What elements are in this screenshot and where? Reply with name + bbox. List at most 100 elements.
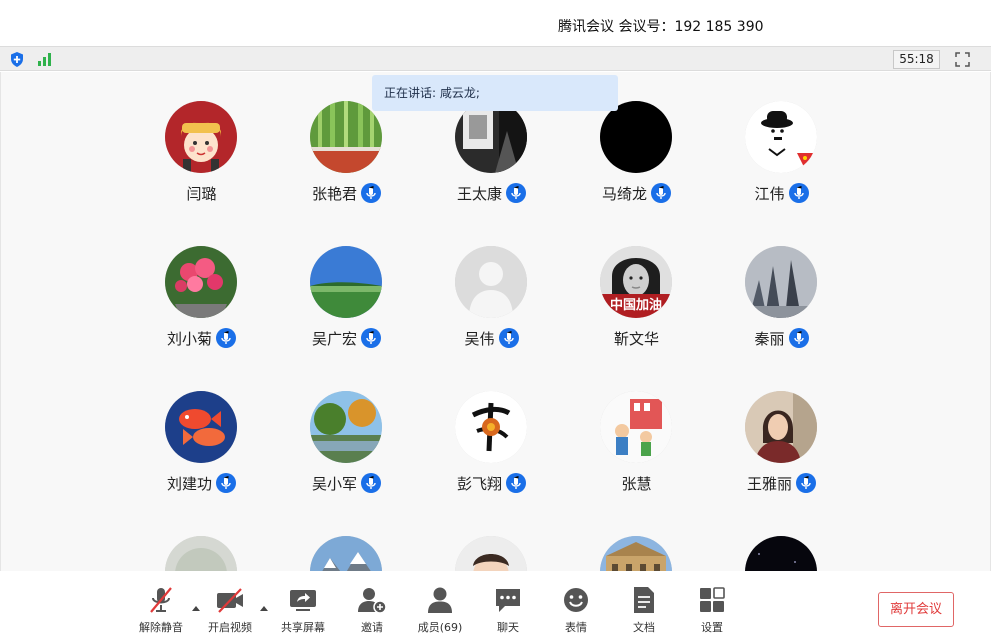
title-bar: 腾讯会议 会议号：192 185 390 xyxy=(0,0,991,46)
participant-avatar xyxy=(745,536,817,571)
participant-avatar xyxy=(310,101,382,173)
participant-name: 吴广宏 xyxy=(311,329,357,348)
smiley-icon xyxy=(561,585,591,615)
document-icon xyxy=(629,585,659,615)
fullscreen-icon[interactable] xyxy=(955,52,970,67)
security-shield-icon[interactable] xyxy=(10,52,24,67)
members-button[interactable]: 成员(69) xyxy=(405,585,475,635)
participant-name-row: 吴小军 xyxy=(274,472,419,494)
participant-grid: 正在讲话: 咸云龙; 闫璐 张艳君 王太康 马绮龙 江伟刘小菊 吴广宏 吴伟 中国加油靳文华秦… xyxy=(0,72,991,571)
meeting-timer: 55:18 xyxy=(893,50,940,69)
participant-tile[interactable] xyxy=(419,536,564,571)
participant-avatar xyxy=(455,391,527,463)
participant-avatar xyxy=(745,391,817,463)
start-video-button[interactable]: 开启视频 xyxy=(195,585,265,635)
participant-tile[interactable]: 王雅丽 xyxy=(709,391,854,521)
meeting-toolbar: 解除静音 开启视频 共享屏幕 邀请 成员(69) 聊天 表情 文档 设置 离开会… xyxy=(0,571,991,644)
start-video-label: 开启视频 xyxy=(208,621,252,634)
mic-active-icon xyxy=(788,328,809,348)
unmute-label: 解除静音 xyxy=(139,621,183,634)
members-label: 成员(69) xyxy=(417,621,463,634)
participant-name-row: 闫璐 xyxy=(129,182,274,204)
participant-tile[interactable]: 闫璐 xyxy=(129,101,274,231)
participant-avatar xyxy=(455,246,527,318)
participant-tile[interactable]: 张慧 xyxy=(564,391,709,521)
participant-name-row: 张艳君 xyxy=(274,182,419,204)
participant-name-row: 吴广宏 xyxy=(274,327,419,349)
participant-tile[interactable]: 王太康 xyxy=(419,101,564,231)
chat-icon xyxy=(493,585,523,615)
participant-avatar xyxy=(600,536,672,571)
participant-name: 彭飞翔 xyxy=(456,474,502,493)
chat-label: 聊天 xyxy=(497,621,519,634)
participant-name-row: 王雅丽 xyxy=(709,472,854,494)
meeting-info-bar: 55:18 xyxy=(0,46,991,71)
participant-tile[interactable]: 刘建功 xyxy=(129,391,274,521)
participant-name: 江伟 xyxy=(754,184,785,203)
participant-name-row: 吴伟 xyxy=(419,327,564,349)
share-screen-button[interactable]: 共享屏幕 xyxy=(268,585,338,635)
mic-active-icon xyxy=(361,473,381,493)
settings-button[interactable]: 设置 xyxy=(677,585,747,635)
participant-avatar xyxy=(165,536,237,571)
participant-tile[interactable]: 刘小菊 xyxy=(129,246,274,376)
participant-avatar xyxy=(165,391,237,463)
participant-name-row: 马绮龙 xyxy=(564,182,709,204)
network-signal-icon[interactable] xyxy=(37,51,53,67)
participant-tile[interactable] xyxy=(129,536,274,571)
participant-avatar xyxy=(745,101,817,173)
invite-button[interactable]: 邀请 xyxy=(337,585,407,635)
participant-name-row: 靳文华 xyxy=(564,327,709,349)
participant-name-row: 刘小菊 xyxy=(129,327,274,349)
participant-name: 刘小菊 xyxy=(166,329,212,348)
window-title: 腾讯会议 会议号：192 185 390 xyxy=(558,19,764,35)
mic-active-icon xyxy=(506,473,526,493)
mic-active-icon xyxy=(788,183,809,203)
unmute-button[interactable]: 解除静音 xyxy=(126,585,196,635)
participant-name: 张慧 xyxy=(621,474,652,493)
reactions-button[interactable]: 表情 xyxy=(541,585,611,635)
share-screen-icon xyxy=(288,585,318,615)
participant-avatar xyxy=(600,101,672,173)
participant-tile[interactable]: 吴伟 xyxy=(419,246,564,376)
participant-name-row: 王太康 xyxy=(419,182,564,204)
participant-tile[interactable]: 彭飞翔 xyxy=(419,391,564,521)
mic-active-icon xyxy=(216,473,236,493)
members-icon xyxy=(425,585,455,615)
participant-tile[interactable]: 吴小军 xyxy=(274,391,419,521)
participant-avatar xyxy=(165,246,237,318)
participant-tile[interactable] xyxy=(274,536,419,571)
participant-tile[interactable]: 张艳君 xyxy=(274,101,419,231)
participant-name-row: 江伟 xyxy=(709,182,854,204)
participant-tile[interactable] xyxy=(709,536,854,571)
participant-name: 吴伟 xyxy=(464,329,495,348)
mic-active-icon xyxy=(651,183,671,203)
participant-avatar xyxy=(745,246,817,318)
participant-tile[interactable]: 中国加油 靳文华 xyxy=(564,246,709,376)
participant-tile[interactable]: 秦丽 xyxy=(709,246,854,376)
participant-tile[interactable] xyxy=(564,536,709,571)
participant-tile[interactable]: 吴广宏 xyxy=(274,246,419,376)
chat-button[interactable]: 聊天 xyxy=(473,585,543,635)
camera-off-icon xyxy=(215,585,245,615)
mic-active-icon xyxy=(361,183,381,203)
reactions-label: 表情 xyxy=(565,621,587,634)
avatar-caption: 中国加油 xyxy=(609,298,662,313)
participant-name: 王太康 xyxy=(456,184,502,203)
docs-button[interactable]: 文档 xyxy=(609,585,679,635)
participant-name-row: 张慧 xyxy=(564,472,709,494)
participant-avatar xyxy=(455,101,527,173)
invite-label: 邀请 xyxy=(361,621,383,634)
participant-name: 闫璐 xyxy=(186,184,217,203)
mic-muted-icon xyxy=(146,585,176,615)
participant-name: 马绮龙 xyxy=(601,184,647,203)
participant-tile[interactable]: 江伟 xyxy=(709,101,854,231)
participant-tile[interactable]: 马绮龙 xyxy=(564,101,709,231)
active-speaker-banner: 正在讲话: 咸云龙; xyxy=(372,75,618,111)
docs-label: 文档 xyxy=(633,621,655,634)
participant-name-row: 彭飞翔 xyxy=(419,472,564,494)
participant-avatar xyxy=(455,536,527,571)
leave-meeting-button[interactable]: 离开会议 xyxy=(878,592,954,627)
mic-active-icon xyxy=(796,473,816,493)
mic-active-icon xyxy=(216,328,236,348)
